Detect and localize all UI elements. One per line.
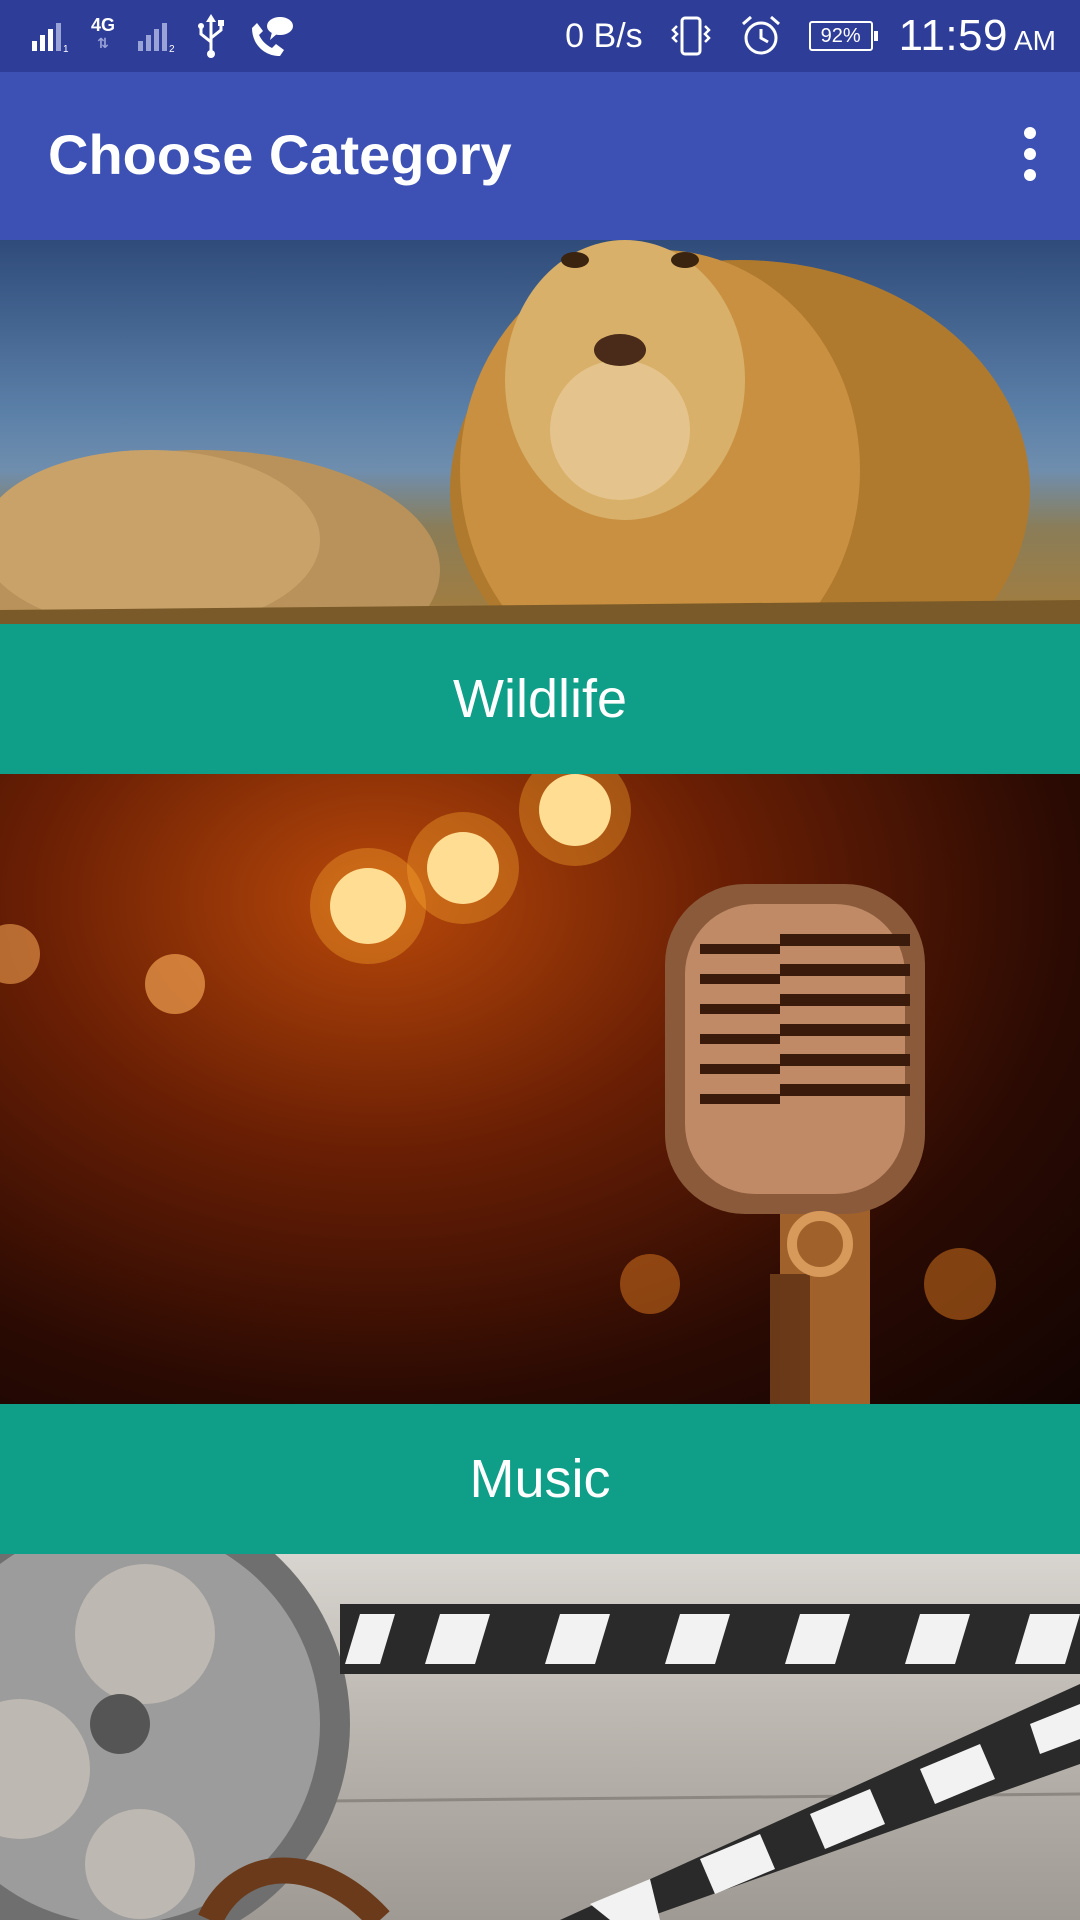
screen: 1 4G ⇅ 2 0 B/s 92% 11:59 AM Choose Categ… — [0, 0, 1080, 1920]
status-bar: 1 4G ⇅ 2 0 B/s 92% 11:59 AM — [0, 0, 1080, 72]
menu-dot — [1024, 169, 1036, 181]
call-message-icon — [252, 17, 293, 56]
battery-icon: 92% — [808, 21, 878, 51]
movies-image[interactable] — [0, 1554, 1080, 1920]
signal-sim1-icon: 1 — [32, 23, 69, 53]
category-label: Music — [469, 1449, 611, 1509]
usb-icon — [198, 14, 224, 58]
category-wildlife[interactable]: Wildlife — [0, 624, 1080, 774]
status-icons-left: 1 4G ⇅ 2 — [30, 12, 294, 60]
music-image[interactable] — [0, 774, 1080, 1404]
battery-level: 92% — [820, 24, 861, 47]
signal-sim2-icon: 2 — [138, 23, 175, 53]
svg-text:2: 2 — [169, 44, 175, 53]
category-music[interactable]: Music — [0, 1404, 1080, 1554]
category-label: Wildlife — [452, 669, 628, 729]
status-icons-right: 0 B/s 92% 11:59 AM — [565, 8, 1056, 64]
app-bar: Choose Category — [0, 72, 1080, 240]
data-arrows-icon: ⇅ — [97, 35, 109, 51]
more-vert-icon[interactable] — [998, 118, 1062, 190]
clock-time: 11:59 — [898, 11, 1008, 60]
menu-dot — [1024, 148, 1036, 160]
menu-dot — [1024, 127, 1036, 139]
film-reel-clapperboard-illustration — [0, 1554, 1080, 1920]
svg-text:1: 1 — [63, 44, 69, 53]
network-type-icon: 4G ⇅ — [88, 16, 118, 56]
alarm-icon — [741, 15, 780, 55]
network-speed: 0 B/s — [565, 16, 643, 55]
clock-ampm: AM — [1014, 25, 1056, 56]
network-type-label: 4G — [90, 15, 115, 35]
vibrate-icon — [670, 16, 711, 56]
microphone-illustration — [0, 774, 996, 1404]
lion-illustration — [0, 240, 1080, 624]
wildlife-image[interactable] — [0, 240, 1080, 624]
page-title: Choose Category — [48, 123, 512, 186]
clock: 11:59 AM — [899, 11, 1056, 61]
